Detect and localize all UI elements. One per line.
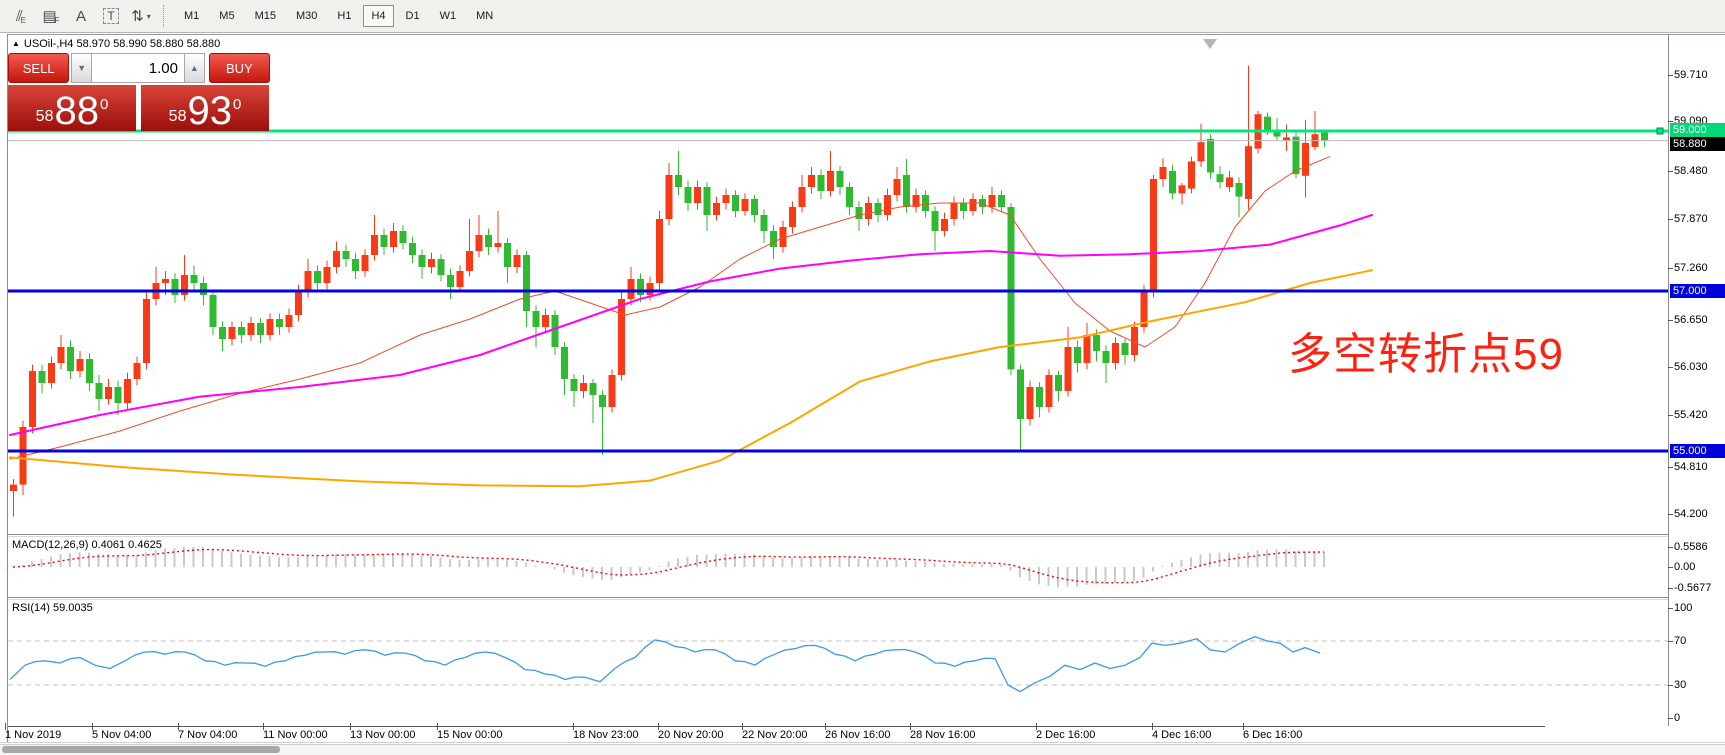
- price-axis-tick: 54.200: [1674, 508, 1708, 520]
- timeframe-m30-button[interactable]: M30: [288, 5, 325, 27]
- bid-big-digits: 88: [54, 93, 99, 129]
- price-badge-57.000: 57.000: [1670, 284, 1725, 298]
- volume-increase-button[interactable]: ▲: [184, 53, 205, 83]
- timeframe-m5-button[interactable]: M5: [211, 5, 242, 27]
- price-axis-tick: 54.810: [1674, 461, 1708, 473]
- time-axis-label: 4 Dec 16:00: [1152, 729, 1211, 741]
- ask-prefix: 58: [169, 108, 187, 126]
- macd-label: MACD(12,26,9) 0.4061 0.4625: [12, 539, 162, 551]
- text-label-icon[interactable]: T: [98, 3, 124, 29]
- rsi-label: RSI(14) 59.0035: [12, 602, 93, 614]
- fibonacci-icon[interactable]: ▤F: [38, 3, 64, 29]
- top-toolbar: ⫽E▤FAT⇅▾ M1M5M15M30H1H4D1W1MN: [0, 0, 1725, 33]
- time-axis-label: 20 Nov 20:00: [658, 729, 723, 741]
- timeframe-h4-button[interactable]: H4: [363, 5, 393, 27]
- volume-input[interactable]: [92, 53, 184, 83]
- price-axis-tick: 57.260: [1674, 262, 1708, 274]
- macd-scale-tick: -0.5677: [1674, 582, 1711, 594]
- price-badge-58.880: 58.880: [1670, 137, 1725, 151]
- bid-prefix: 58: [36, 108, 54, 126]
- symbol-ohlc-text: USOil-,H4 58.970 58.990 58.880 58.880: [24, 38, 220, 50]
- price-axis-tick: 55.420: [1674, 409, 1708, 421]
- chevron-down-icon[interactable]: ▾: [147, 12, 151, 21]
- time-axis-label: 26 Nov 16:00: [825, 729, 890, 741]
- timeframe-mn-button[interactable]: MN: [468, 5, 501, 27]
- rsi-scale-tick: 30: [1674, 679, 1686, 691]
- chart-annotation-text[interactable]: 多空转折点59: [1288, 318, 1564, 382]
- buy-button[interactable]: BUY: [209, 53, 270, 83]
- price-axis-tick: 56.650: [1674, 314, 1708, 326]
- timeframe-m1-button[interactable]: M1: [176, 5, 207, 27]
- one-click-trade-panel: SELL ▼ ▲ BUY 58 88 0 58 93 0: [8, 53, 270, 131]
- price-axis-tick: 57.870: [1674, 213, 1708, 225]
- ask-price-box[interactable]: 58 93 0: [141, 85, 269, 131]
- objects-list-icon[interactable]: ⇅▾: [128, 3, 154, 29]
- ask-big-digits: 93: [187, 93, 232, 129]
- volume-decrease-button[interactable]: ▼: [71, 53, 92, 83]
- macd-scale-tick: 0.5586: [1674, 541, 1708, 553]
- time-axis-label: 5 Nov 04:00: [92, 729, 151, 741]
- rsi-scale-tick: 0: [1674, 712, 1680, 724]
- scrollbar-thumb[interactable]: [2, 746, 280, 753]
- time-axis-label: 2 Dec 16:00: [1036, 729, 1095, 741]
- equidistant-channel-icon[interactable]: ⫽E: [8, 3, 34, 29]
- timeframe-h1-button[interactable]: H1: [329, 5, 359, 27]
- sell-button[interactable]: SELL: [8, 53, 69, 83]
- rsi-scale-tick: 70: [1674, 635, 1686, 647]
- horizontal-scrollbar[interactable]: [0, 744, 1725, 755]
- time-axis-label: 6 Dec 16:00: [1243, 729, 1302, 741]
- text-icon[interactable]: A: [68, 3, 94, 29]
- rsi-scale-tick: 100: [1674, 602, 1692, 614]
- time-axis-label: 1 Nov 2019: [5, 729, 61, 741]
- bid-price-box[interactable]: 58 88 0: [8, 85, 136, 131]
- toolbar-separator: [163, 5, 165, 27]
- time-axis-label: 7 Nov 04:00: [178, 729, 237, 741]
- time-axis-label: 28 Nov 16:00: [910, 729, 975, 741]
- timeframe-m15-button[interactable]: M15: [247, 5, 284, 27]
- time-axis-label: 11 Nov 00:00: [263, 729, 328, 741]
- timeframe-w1-button[interactable]: W1: [432, 5, 465, 27]
- price-axis-tick: 58.480: [1674, 165, 1708, 177]
- collapse-panel-icon[interactable]: ▲: [12, 39, 20, 48]
- timeframe-d1-button[interactable]: D1: [398, 5, 428, 27]
- time-axis-label: 15 Nov 00:00: [437, 729, 502, 741]
- price-axis-tick: 59.710: [1674, 69, 1708, 81]
- time-axis-label: 13 Nov 00:00: [350, 729, 415, 741]
- ask-sup-digit: 0: [233, 96, 241, 113]
- macd-scale-tick: 0.00: [1674, 561, 1695, 573]
- price-axis-tick: 56.030: [1674, 361, 1708, 373]
- price-badge-55.000: 55.000: [1670, 444, 1725, 458]
- drawing-tools-group: ⫽E▤FAT⇅▾: [6, 3, 156, 29]
- bid-sup-digit: 0: [100, 96, 108, 113]
- timeframe-group: M1M5M15M30H1H4D1W1MN: [174, 5, 503, 27]
- time-axis-label: 22 Nov 20:00: [742, 729, 807, 741]
- price-badge-59.000: 59.000: [1670, 123, 1725, 137]
- symbol-ohlc-line: ▲ USOil-,H4 58.970 58.990 58.880 58.880: [12, 38, 220, 50]
- time-axis-label: 18 Nov 23:00: [573, 729, 638, 741]
